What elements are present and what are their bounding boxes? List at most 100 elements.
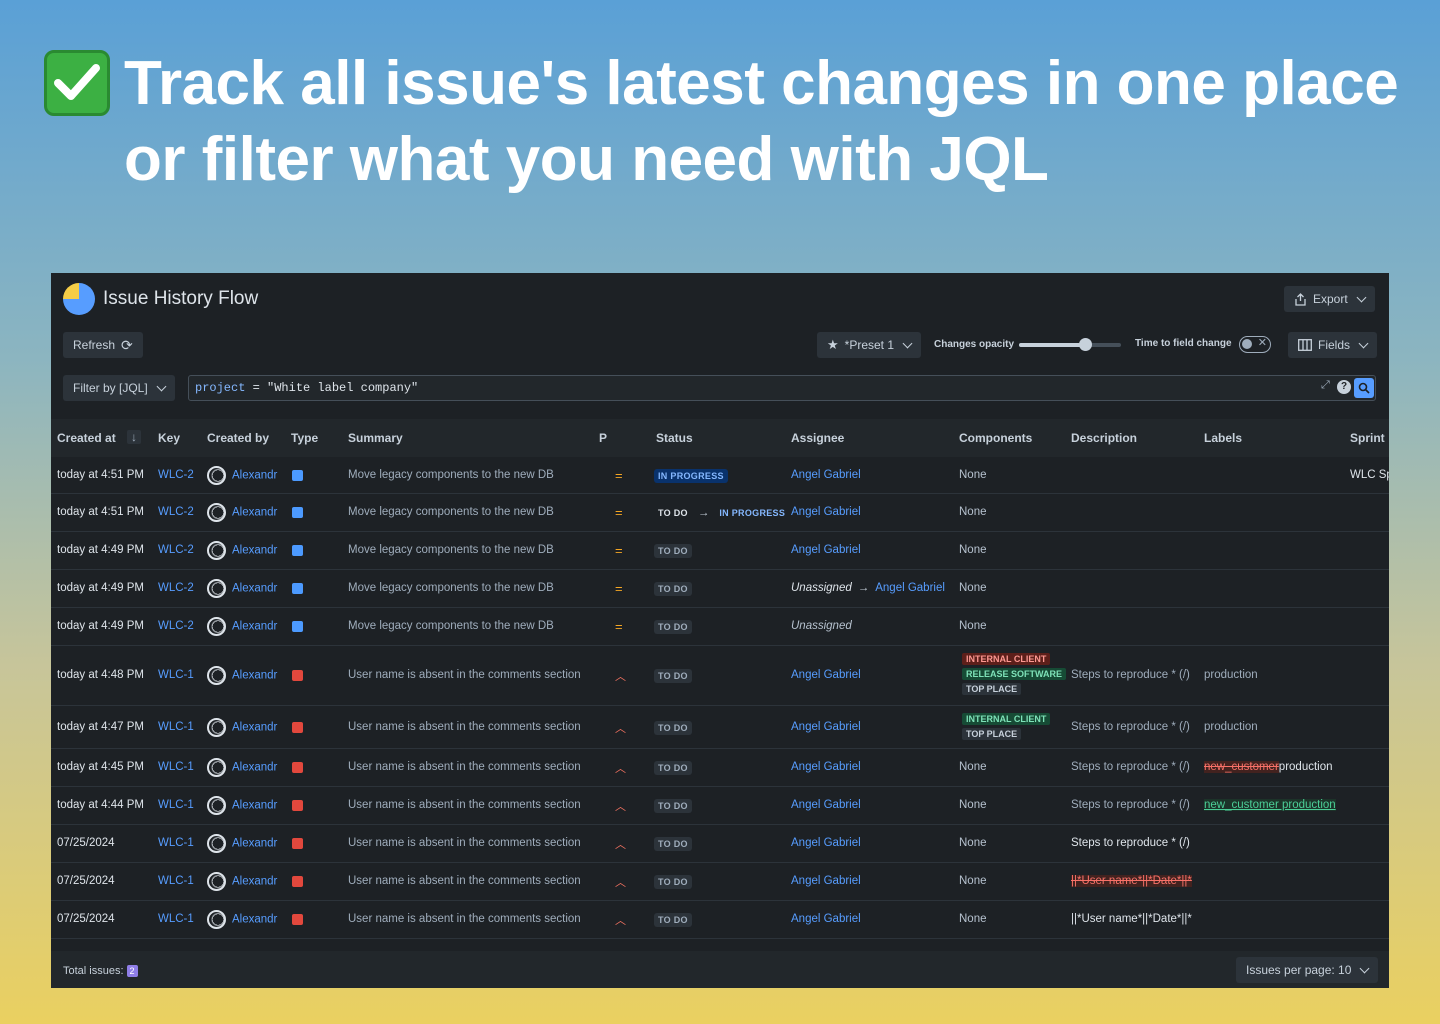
created-by-cell[interactable]: Alexandr [207, 579, 277, 598]
preset-button[interactable]: ★ *Preset 1 [817, 332, 922, 358]
assignee-cell[interactable]: Angel Gabriel [791, 799, 861, 811]
column-header-p[interactable]: P [599, 431, 607, 445]
assignee-link[interactable]: Angel Gabriel [791, 761, 861, 773]
created-by-cell[interactable]: Alexandr [207, 541, 277, 560]
assignee-link[interactable]: Angel Gabriel [791, 875, 861, 887]
assignee-cell[interactable]: Angel Gabriel [791, 544, 861, 556]
labels-cell[interactable]: production [1204, 721, 1258, 733]
created-by-cell[interactable]: Alexandr [207, 503, 277, 522]
assignee-cell[interactable]: Angel Gabriel [791, 721, 861, 733]
user-name-link[interactable]: Alexandr [232, 507, 277, 519]
assignee-cell[interactable]: Angel Gabriel [791, 669, 861, 681]
jql-filter-dropdown[interactable]: Filter by [JQL] [63, 375, 175, 401]
summary-cell[interactable]: Move legacy components to the new DB [348, 506, 554, 518]
slider-thumb[interactable] [1079, 338, 1093, 351]
column-header-created-at[interactable]: Created at [57, 431, 116, 445]
description-cell[interactable]: Steps to reproduce * (/) [1071, 761, 1190, 773]
assignee-link[interactable]: Angel Gabriel [791, 469, 861, 481]
table-row[interactable]: today at 4:47 PM WLC-1 Alexandr User name i… [51, 706, 1389, 749]
issue-key-link[interactable]: WLC-1 [158, 799, 194, 811]
assignee-link[interactable]: Angel Gabriel [791, 913, 861, 925]
created-by-cell[interactable]: Alexandr [207, 910, 277, 929]
assignee-link[interactable]: Angel Gabriel [791, 669, 861, 681]
table-row[interactable]: 07/25/2024 WLC-1 Alexandr User name is abse… [51, 901, 1389, 939]
labels-cell[interactable]: production [1204, 669, 1258, 681]
summary-cell[interactable]: User name is absent in the comments sect… [348, 761, 581, 773]
description-removed[interactable]: ||*User name*||*Date*||* [1071, 875, 1192, 887]
issue-key-link[interactable]: WLC-1 [158, 669, 194, 681]
assignee-link[interactable]: Angel Gabriel [791, 837, 861, 849]
created-by-cell[interactable]: Alexandr [207, 466, 277, 485]
expand-icon[interactable]: ⤢ [1321, 379, 1330, 392]
issue-key-link[interactable]: WLC-1 [158, 875, 194, 887]
assignee-cell[interactable]: Angel Gabriel [791, 506, 861, 518]
description-cell[interactable]: Steps to reproduce * (/) [1071, 799, 1190, 811]
description-cell[interactable]: Steps to reproduce * (/) [1071, 669, 1190, 681]
user-name-link[interactable]: Alexandr [232, 583, 277, 595]
column-header-assignee[interactable]: Assignee [791, 431, 844, 445]
assignee-cell[interactable]: Angel Gabriel [791, 875, 861, 887]
export-button[interactable]: Export [1284, 286, 1375, 312]
user-name-link[interactable]: Alexandr [232, 470, 277, 482]
assignee-link[interactable]: Angel Gabriel [875, 582, 945, 594]
sprint-cell[interactable]: WLC Sp [1350, 469, 1389, 481]
issue-key-link[interactable]: WLC-2 [158, 620, 194, 632]
user-name-link[interactable]: Alexandr [232, 914, 277, 926]
table-row[interactable]: today at 4:51 PM WLC-2 Alexandr Move legacy… [51, 457, 1389, 494]
created-by-cell[interactable]: Alexandr [207, 834, 277, 853]
issue-key-link[interactable]: WLC-2 [158, 544, 194, 556]
user-name-link[interactable]: Alexandr [232, 722, 277, 734]
refresh-button[interactable]: Refresh ⟳ [63, 332, 143, 358]
column-header-summary[interactable]: Summary [348, 431, 403, 445]
issue-key-link[interactable]: WLC-1 [158, 837, 194, 849]
table-row[interactable]: today at 4:49 PM WLC-2 Alexandr Move legacy… [51, 608, 1389, 646]
column-header-description[interactable]: Description [1071, 431, 1137, 445]
summary-cell[interactable]: Move legacy components to the new DB [348, 544, 554, 556]
summary-cell[interactable]: User name is absent in the comments sect… [348, 669, 581, 681]
summary-cell[interactable]: User name is absent in the comments sect… [348, 799, 581, 811]
assignee-cell[interactable]: Angel Gabriel [791, 837, 861, 849]
assignee-cell[interactable]: Unassigned → Angel Gabriel [791, 582, 945, 594]
column-header-key[interactable]: Key [158, 431, 180, 445]
changes-opacity-slider[interactable] [1019, 338, 1121, 351]
assignee-cell[interactable]: Unassigned [791, 620, 852, 632]
issue-key-link[interactable]: WLC-1 [158, 721, 194, 733]
table-row[interactable]: today at 4:51 PM WLC-2 Alexandr Move legacy… [51, 494, 1389, 532]
column-header-labels[interactable]: Labels [1204, 431, 1242, 445]
table-row[interactable]: 07/25/2024 WLC-1 Alexandr User name is abse… [51, 825, 1389, 863]
user-name-link[interactable]: Alexandr [232, 800, 277, 812]
created-by-cell[interactable]: Alexandr [207, 872, 277, 891]
user-name-link[interactable]: Alexandr [232, 762, 277, 774]
description-cell[interactable]: Steps to reproduce * (/) [1071, 837, 1190, 849]
summary-cell[interactable]: Move legacy components to the new DB [348, 620, 554, 632]
summary-cell[interactable]: User name is absent in the comments sect… [348, 913, 581, 925]
jql-input[interactable]: project = "White label company" [188, 375, 1376, 401]
assignee-link[interactable]: Angel Gabriel [791, 799, 861, 811]
assignee-link[interactable]: Angel Gabriel [791, 544, 861, 556]
user-name-link[interactable]: Alexandr [232, 545, 277, 557]
column-header-components[interactable]: Components [959, 431, 1032, 445]
table-row[interactable]: today at 4:49 PM WLC-2 Alexandr Move legacy… [51, 570, 1389, 608]
issue-key-link[interactable]: WLC-1 [158, 761, 194, 773]
description-cell[interactable]: ||*User name*||*Date*||* [1071, 913, 1192, 925]
created-by-cell[interactable]: Alexandr [207, 617, 277, 636]
issue-key-link[interactable]: WLC-2 [158, 582, 194, 594]
assignee-cell[interactable]: Angel Gabriel [791, 761, 861, 773]
column-header-type[interactable]: Type [291, 431, 318, 445]
column-header-status[interactable]: Status [656, 431, 693, 445]
labels-cell[interactable]: new_customerproduction [1204, 761, 1333, 773]
assignee-link[interactable]: Angel Gabriel [791, 721, 861, 733]
description-cell[interactable]: Steps to reproduce * (/) [1071, 721, 1190, 733]
summary-cell[interactable]: User name is absent in the comments sect… [348, 875, 581, 887]
label-added[interactable]: new_customer production [1204, 799, 1336, 811]
assignee-link[interactable]: Angel Gabriel [791, 506, 861, 518]
table-row[interactable]: today at 4:44 PM WLC-1 Alexandr User name i… [51, 787, 1389, 825]
help-icon[interactable]: ? [1337, 380, 1351, 394]
assignee-cell[interactable]: Angel Gabriel [791, 913, 861, 925]
user-name-link[interactable]: Alexandr [232, 838, 277, 850]
created-by-cell[interactable]: Alexandr [207, 796, 277, 815]
created-by-cell[interactable]: Alexandr [207, 718, 277, 737]
fields-button[interactable]: Fields [1288, 332, 1378, 358]
column-header-created-by[interactable]: Created by [207, 431, 269, 445]
created-by-cell[interactable]: Alexandr [207, 758, 277, 777]
